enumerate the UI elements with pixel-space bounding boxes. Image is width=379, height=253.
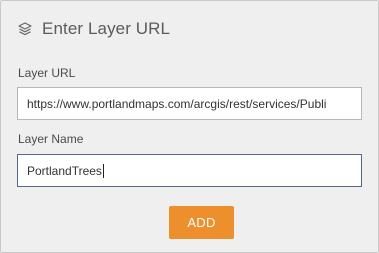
layer-url-input[interactable]: https://www.portlandmaps.com/arcgis/rest…: [17, 87, 362, 120]
layer-name-input[interactable]: PortlandTrees: [17, 154, 362, 187]
layer-name-value: PortlandTrees: [27, 163, 102, 178]
layer-url-label: Layer URL: [18, 66, 76, 80]
panel-title: Enter Layer URL: [42, 19, 171, 38]
layers-icon: [17, 21, 33, 37]
add-button[interactable]: ADD: [169, 206, 234, 239]
panel-header: Enter Layer URL: [17, 19, 170, 39]
layer-url-value: https://www.portlandmaps.com/arcgis/rest…: [27, 96, 327, 111]
layer-name-label: Layer Name: [18, 132, 84, 146]
enter-layer-url-panel: Enter Layer URL Layer URL https://www.po…: [0, 0, 379, 253]
text-cursor: [102, 163, 104, 178]
